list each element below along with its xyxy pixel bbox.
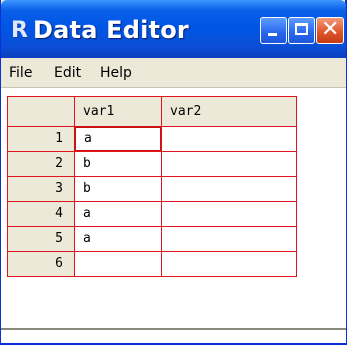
column-header-var2[interactable]: var2 [161,96,297,127]
row-header-6[interactable]: 6 [7,251,75,277]
minimize-icon [268,33,277,36]
cell-r2-var1[interactable]: b [74,151,162,177]
row-header-1[interactable]: 1 [7,126,75,152]
cell-r5-var2[interactable] [161,226,297,252]
r-app-icon: R [11,18,28,43]
cell-r4-var2[interactable] [161,201,297,227]
cell-r3-var2[interactable] [161,176,297,202]
menu-edit[interactable]: Edit [54,65,81,81]
cell-r1-var2[interactable] [161,126,297,152]
maximize-button[interactable] [288,17,315,44]
row-header-4[interactable]: 4 [7,201,75,227]
data-grid-area: var1 var2 1 a 2 b 3 b 4 a 5 a 6 [1,88,346,343]
close-icon: ✕ [321,17,340,42]
status-divider [1,328,346,330]
corner-cell [7,96,75,127]
cell-r1-var1[interactable]: a [74,126,162,152]
data-editor-window: R Data Editor ✕ File Edit Help var1 var2… [0,0,347,345]
row-header-2[interactable]: 2 [7,151,75,177]
cell-r6-var1[interactable] [74,251,162,277]
menu-bar: File Edit Help [1,58,346,88]
cell-r4-var1[interactable]: a [74,201,162,227]
close-button[interactable]: ✕ [316,17,344,44]
cell-r5-var1[interactable]: a [74,226,162,252]
menu-file[interactable]: File [9,65,32,81]
column-header-var1[interactable]: var1 [74,96,162,127]
cell-r6-var2[interactable] [161,251,297,277]
window-title: Data Editor [33,16,189,44]
minimize-button[interactable] [260,17,287,44]
cell-r3-var1[interactable]: b [74,176,162,202]
row-header-3[interactable]: 3 [7,176,75,202]
maximize-icon [295,23,308,35]
cell-r2-var2[interactable] [161,151,297,177]
title-bar[interactable]: R Data Editor ✕ [1,0,346,58]
menu-help[interactable]: Help [100,65,132,81]
row-header-5[interactable]: 5 [7,226,75,252]
